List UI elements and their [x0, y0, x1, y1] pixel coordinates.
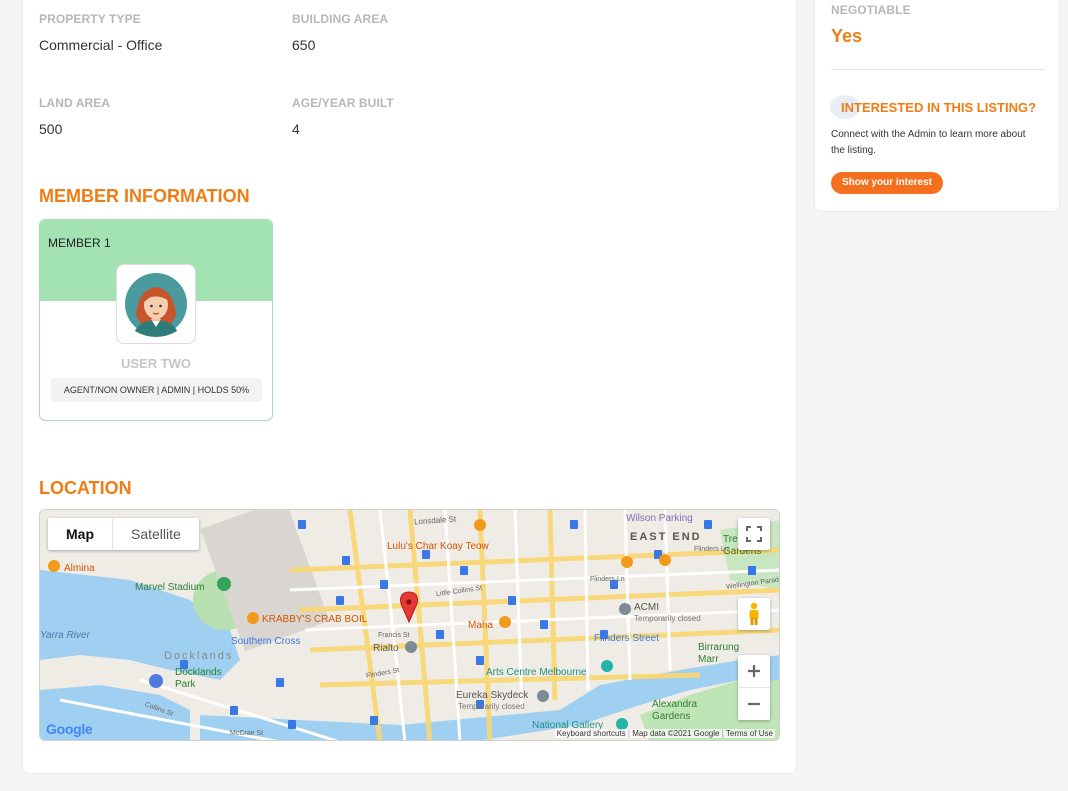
map-label: Maha [468, 620, 494, 631]
divider [831, 69, 1045, 70]
map-label: Rialto [373, 643, 399, 654]
zoom-controls [738, 655, 770, 720]
map-label: Arts Centre Melbourne [486, 667, 587, 678]
fullscreen-icon [746, 526, 762, 542]
map-type-tabs: Map Satellite [48, 518, 199, 550]
map-footer: Keyboard shortcuts | Map data ©2021 Goog… [554, 729, 775, 738]
building-area-value: 650 [292, 37, 316, 53]
avatar-woman-icon [125, 273, 187, 337]
map-label: Southern Cross [231, 636, 301, 647]
plus-icon [748, 665, 760, 677]
interest-card: NEGOTIABLE Yes INTERESTED IN THIS LISTIN… [814, 0, 1060, 212]
map-data-text: Map data ©2021 Google [632, 729, 720, 738]
zoom-in-button[interactable] [738, 656, 770, 688]
member-card: MEMBER 1 USER TWO AGENT/NON OWNER | ADMI… [39, 219, 273, 421]
building-area-label: BUILDING AREA [292, 12, 389, 26]
map-label: Wilson Parking [626, 513, 693, 524]
map-label: Docklands [164, 650, 234, 662]
member-label: MEMBER 1 [48, 236, 111, 250]
location-map[interactable]: Wilson Parking EAST END Lulu's Char Koay… [39, 509, 780, 741]
map-label: ACMI [634, 602, 659, 613]
map-label: McCrae St [230, 730, 264, 737]
negotiable-label: NEGOTIABLE [831, 3, 911, 17]
map-label: Flinders Street [594, 633, 660, 644]
map-label: Temporarily closed [634, 614, 701, 623]
map-label: Temporarily closed [458, 702, 525, 711]
map-label: Francis St [378, 632, 410, 639]
google-logo: Google [46, 721, 93, 737]
map-label: EAST END [630, 531, 702, 543]
pegman-icon [749, 602, 759, 625]
street-view-button[interactable] [738, 598, 770, 630]
map-label: Almina [64, 563, 95, 574]
map-label: Docklands Park [175, 667, 222, 690]
age-value: 4 [292, 121, 300, 137]
interest-text: Connect with the Admin to learn more abo… [831, 129, 1026, 156]
avatar [116, 264, 196, 344]
member-roles-badge: AGENT/NON OWNER | ADMIN | HOLDS 50% [51, 378, 262, 402]
negotiable-value: Yes [831, 26, 863, 46]
member-name: USER TWO [120, 356, 192, 371]
fullscreen-button[interactable] [738, 518, 770, 550]
interest-title: INTERESTED IN THIS LISTING? [841, 100, 1037, 115]
map-label: Lulu's Char Koay Teow [387, 541, 489, 552]
property-type-label: PROPERTY TYPE [39, 12, 141, 26]
terms-of-use-link[interactable]: Terms of Use [726, 729, 773, 738]
map-tab-map[interactable]: Map [48, 518, 112, 550]
map-label: Marvel Stadium [135, 582, 205, 593]
keyboard-shortcuts-link[interactable]: Keyboard shortcuts [557, 729, 626, 738]
map-label: Alexandra Gardens [652, 699, 698, 722]
map-label: Yarra River [40, 630, 90, 641]
location-title: LOCATION [39, 478, 132, 498]
zoom-out-button[interactable] [738, 688, 770, 720]
show-interest-button[interactable]: Show your interest [831, 172, 943, 194]
map-label: Eureka Skydeck [456, 690, 529, 701]
map-label: Flinders Ln [694, 546, 729, 553]
map-tab-satellite[interactable]: Satellite [112, 518, 199, 550]
map-label: KRABBY'S CRAB BOIL [262, 614, 368, 625]
land-area-label: LAND AREA [39, 96, 111, 110]
member-information-title: MEMBER INFORMATION [39, 186, 250, 206]
age-label: AGE/YEAR BUILT [292, 96, 394, 110]
minus-icon [748, 702, 760, 705]
property-type-value: Commercial - Office [39, 37, 163, 53]
map-label: Flinders Ln [590, 576, 625, 583]
land-area-value: 500 [39, 121, 63, 137]
